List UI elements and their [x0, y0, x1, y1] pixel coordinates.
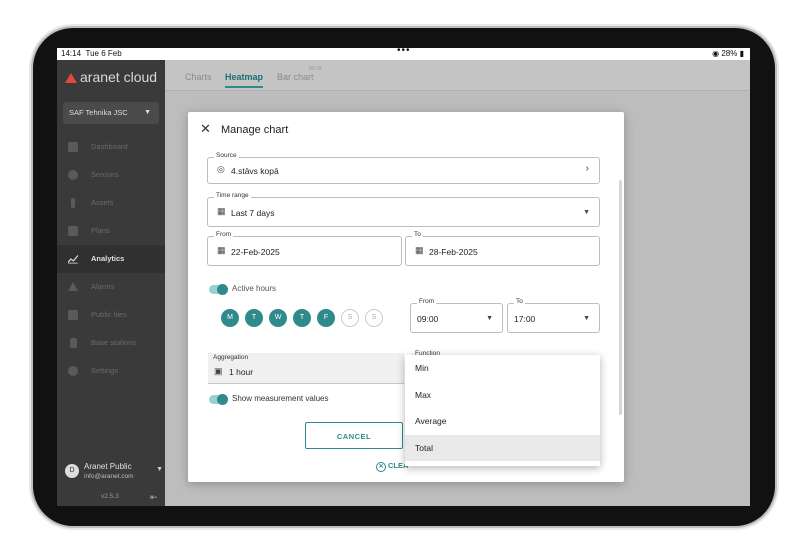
tab-charts[interactable]: Charts — [185, 72, 212, 82]
day-toggle-wed[interactable]: W — [269, 309, 287, 327]
active-hours-label: Active hours — [232, 284, 277, 293]
aggregation-icon: ▣ — [214, 366, 223, 376]
toggle-knob — [217, 394, 228, 405]
org-selector[interactable]: SAF Tehnika JSC ▼ — [63, 102, 159, 124]
tile-icon — [68, 310, 78, 320]
time-range-label: Time range — [214, 192, 251, 199]
dashboard-icon — [68, 142, 78, 152]
calendar-icon: ▦ — [217, 245, 226, 255]
to-date-field[interactable]: To ▦ 28-Feb-2025 — [405, 231, 600, 266]
show-values-toggle[interactable] — [209, 394, 228, 405]
user-email: info@aranet.com — [84, 473, 134, 480]
dialog-scrollbar[interactable] — [619, 180, 622, 415]
aggregation-select[interactable]: Aggregation ▣ 1 hour — [208, 353, 404, 384]
sidebar-item-base-stations[interactable]: Base stations — [57, 329, 165, 357]
aggregation-label: Aggregation — [213, 354, 249, 361]
close-icon[interactable]: ✕ — [200, 121, 211, 137]
sidebar-item-public-tiles[interactable]: Public tiles — [57, 301, 165, 329]
from-date-value: 22-Feb-2025 — [231, 247, 280, 257]
asset-icon — [71, 198, 75, 208]
function-option-max[interactable]: Max — [405, 382, 600, 409]
active-hours-toggle[interactable] — [209, 284, 228, 295]
calendar-icon: ▦ — [415, 245, 424, 255]
show-values-label: Show measurement values — [232, 394, 329, 403]
sidebar-item-settings[interactable]: Settings — [57, 357, 165, 385]
hours-to-label: To — [514, 298, 525, 305]
app: aranet cloud SAF Tehnika JSC ▼ Dashboard … — [57, 60, 750, 506]
day-toggle-sun[interactable]: S — [365, 309, 383, 327]
user-menu[interactable]: D Aranet Public info@aranet.com ▼ — [63, 460, 163, 484]
from-date-field[interactable]: From ▦ 22-Feb-2025 — [207, 231, 402, 266]
sidebar: aranet cloud SAF Tehnika JSC ▼ Dashboard … — [57, 60, 165, 506]
logo-icon — [65, 73, 77, 83]
function-dropdown-menu: Min Max Average Total — [405, 355, 600, 466]
beta-badge: BETA — [308, 66, 322, 72]
sidebar-item-alarms[interactable]: Alarms — [57, 273, 165, 301]
caret-down-icon: ▼ — [583, 315, 590, 322]
logo: aranet cloud — [65, 69, 157, 85]
source-value: 4.stāvs kopā — [231, 166, 279, 176]
plan-icon — [68, 226, 78, 236]
avatar: D — [65, 464, 79, 478]
clear-icon: ✕ — [376, 462, 386, 472]
hours-to-select[interactable]: To 17:00 ▼ — [507, 298, 600, 333]
chart-line-icon — [68, 254, 78, 264]
source-field[interactable]: Source ◎ 4.stāvs kopā › — [207, 152, 600, 184]
sidebar-nav: Dashboard Sensors Assets Plans Analytics… — [57, 133, 165, 385]
tablet-screen: 14:14 Tue 6 Feb ••• ◉ 28% ▮ aranet cloud… — [57, 48, 750, 506]
sensor-icon: ◎ — [217, 164, 225, 174]
to-date-value: 28-Feb-2025 — [429, 247, 478, 257]
status-time: 14:14 Tue 6 Feb — [61, 49, 122, 58]
sensor-icon — [68, 170, 78, 180]
sidebar-item-analytics[interactable]: Analytics — [57, 245, 165, 273]
caret-down-icon: ▼ — [583, 209, 590, 216]
day-toggle-thu[interactable]: T — [293, 309, 311, 327]
caret-down-icon: ▼ — [144, 109, 151, 116]
dialog-title: Manage chart — [221, 124, 289, 136]
to-date-label: To — [412, 231, 423, 238]
app-version: v2.5.3 — [101, 493, 119, 500]
collapse-sidebar-icon[interactable]: ⇤ — [150, 492, 158, 503]
cancel-button[interactable]: CANCEL — [305, 422, 403, 449]
hours-from-label: From — [417, 298, 437, 305]
sidebar-item-dashboard[interactable]: Dashboard — [57, 133, 165, 161]
function-option-average[interactable]: Average — [405, 408, 600, 435]
sidebar-item-plans[interactable]: Plans — [57, 217, 165, 245]
day-toggle-sat[interactable]: S — [341, 309, 359, 327]
user-name: Aranet Public — [84, 462, 132, 471]
battery-status: ◉ 28% ▮ — [712, 49, 744, 58]
analytics-tabs: Charts Heatmap Bar chart BETA — [165, 60, 750, 91]
caret-down-icon: ▼ — [156, 466, 163, 473]
time-range-select[interactable]: Time range ▦ Last 7 days ▼ — [207, 192, 600, 227]
hours-to-value: 17:00 — [514, 314, 536, 324]
clear-button[interactable]: ✕ CLEA — [376, 461, 408, 472]
alarm-icon — [68, 282, 78, 291]
function-option-total[interactable]: Total — [405, 434, 600, 461]
aggregation-value: 1 hour — [229, 367, 254, 377]
time-range-value: Last 7 days — [231, 208, 275, 218]
base-station-icon — [70, 338, 77, 348]
caret-down-icon: ▼ — [486, 315, 493, 322]
toggle-knob — [217, 284, 228, 295]
tab-bar-chart[interactable]: Bar chart BETA — [277, 66, 322, 82]
sidebar-item-assets[interactable]: Assets — [57, 189, 165, 217]
chevron-right-icon: › — [585, 163, 589, 174]
day-toggle-mon[interactable]: M — [221, 309, 239, 327]
sidebar-item-sensors[interactable]: Sensors — [57, 161, 165, 189]
day-toggle-fri[interactable]: F — [317, 309, 335, 327]
hours-from-value: 09:00 — [417, 314, 439, 324]
multitasking-dots: ••• — [397, 48, 411, 56]
hours-from-select[interactable]: From 09:00 ▼ — [410, 298, 503, 333]
status-bar: 14:14 Tue 6 Feb ••• ◉ 28% ▮ — [57, 48, 750, 60]
calendar-icon: ▦ — [217, 206, 226, 216]
source-label: Source — [214, 152, 239, 159]
day-toggle-tue[interactable]: T — [245, 309, 263, 327]
from-date-label: From — [214, 231, 234, 238]
tab-heatmap[interactable]: Heatmap — [225, 72, 264, 88]
function-option-min[interactable]: Min — [405, 355, 600, 382]
gear-icon — [68, 366, 78, 376]
